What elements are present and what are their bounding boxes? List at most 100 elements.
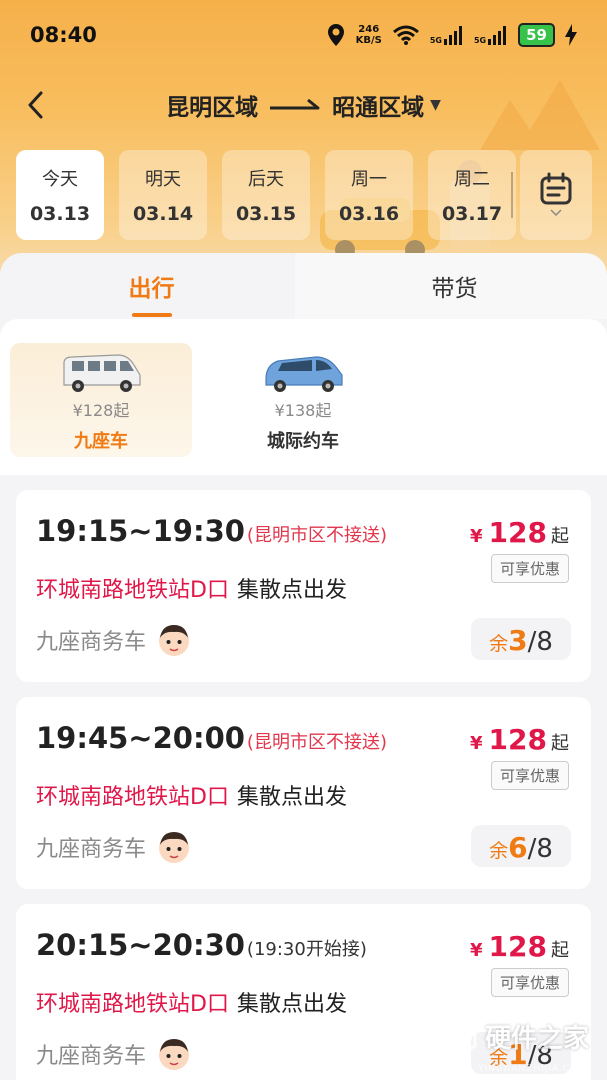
date-item[interactable]: 今天 03.13 [16,150,104,240]
dropdown-caret-icon: ▼ [430,97,441,113]
net-speed-value: 246 [358,24,380,35]
currency-symbol: ¥ [470,526,483,547]
station-action: 集散点出发 [236,578,347,603]
price-suffix: 起 [551,733,569,754]
vehicle-option-intercity[interactable]: ¥138起 城际约车 [212,343,394,457]
seats-remaining: 余 3/8 [471,618,571,660]
seats-left: 3 [508,624,528,657]
date-item[interactable]: 明天 03.14 [119,150,207,240]
tab-travel[interactable]: 出行 [0,253,303,319]
date-item[interactable]: 周一 03.16 [325,150,413,240]
nav-bar: 昆明区域 昭通区域 ▼ [0,80,607,130]
main-panel: 出行 带货 ¥128起 九座车 ¥138起 城际约车 19:15~19:30 (… [0,253,607,1080]
status-icons: 246 KB/S 5G 5G 59 [326,23,577,47]
trip-note: (19:30开始接) [246,939,367,960]
trip-station: 环城南路地铁站D口 集散点出发 [36,572,347,604]
chevron-down-icon [550,209,562,217]
status-bar: 08:40 246 KB/S 5G 5G 59 [0,0,607,70]
vehicle-name: 城际约车 [267,431,339,452]
trip-time-range: 20:15~20:30 [36,928,245,962]
discount-badge: 可享优惠 [490,968,569,997]
vehicle-type-label: 九座商务车 [36,837,147,862]
date-day-of-week: 明天 [145,169,181,190]
currency-symbol: ¥ [470,940,483,961]
date-value: 03.17 [441,203,503,225]
signal-sim1: 5G [430,25,464,45]
trip-time-range: 19:15~19:30 [36,514,245,548]
signal-bars-icon [488,26,507,45]
seats-prefix: 余 [489,840,509,862]
trip-time: 20:15~20:30 (19:30开始接) [36,928,367,962]
origin-label: 昆明区域 [166,95,259,121]
wifi-icon [392,25,419,45]
signal-bars-icon [443,26,462,45]
date-item[interactable]: 周二 03.17 [428,150,516,240]
price-amount: 128 [488,516,547,549]
date-selector: 今天 03.13 明天 03.14 后天 03.15 周一 03.16 周二 0… [16,150,516,240]
trip-price: ¥128 起 [470,723,569,756]
driver-avatar-icon [159,625,190,656]
charging-icon [565,24,577,46]
active-tab-indicator [132,313,172,317]
watermark-logo-icon [437,1014,477,1058]
route-arrow-icon [270,98,320,110]
trip-time: 19:45~20:00 (昆明市区不接送) [36,721,387,755]
date-day-of-week: 今天 [42,169,78,190]
trip-station: 环城南路地铁站D口 集散点出发 [36,986,347,1018]
trip-card[interactable]: 19:45~20:00 (昆明市区不接送) 环城南路地铁站D口 集散点出发 九座商务… [16,697,591,889]
signal-sim2: 5G [474,25,508,45]
location-icon [327,24,344,46]
date-day-of-week: 周二 [454,169,490,190]
trip-note: (昆明市区不接送) [246,525,387,546]
price-amount: 128 [488,723,547,756]
trip-time: 19:15~19:30 (昆明市区不接送) [36,514,387,548]
station-action: 集散点出发 [236,785,347,810]
tab-cargo[interactable]: 带货 [303,253,606,319]
station-name: 环城南路地铁站D口 [36,785,229,810]
vehicle-type-selector: ¥128起 九座车 ¥138起 城际约车 [0,319,607,475]
status-time: 08:40 [30,23,97,47]
destination-label: 昭通区域 [332,95,425,121]
date-value: 03.16 [338,203,400,225]
battery-indicator: 59 [518,23,555,47]
date-item[interactable]: 后天 03.15 [222,150,310,240]
trip-station: 环城南路地铁站D口 集散点出发 [36,779,347,811]
currency-symbol: ¥ [470,733,483,754]
station-name: 环城南路地铁站D口 [36,578,229,603]
vehicle-price: ¥138起 [274,401,332,420]
discount-badge: 可享优惠 [490,554,569,583]
vehicle-price: ¥128起 [72,401,130,420]
trip-vehicle: 九座商务车 [36,1036,192,1072]
seats-total: /8 [527,627,553,657]
driver-avatar-icon [159,832,190,863]
tab-bar: 出行 带货 [0,253,607,319]
trip-time-range: 19:45~20:00 [36,721,245,755]
date-value: 03.13 [29,203,91,225]
price-suffix: 起 [551,526,569,547]
calendar-button[interactable] [520,150,592,240]
trip-note: (昆明市区不接送) [246,732,387,753]
vehicle-option-nine-seat[interactable]: ¥128起 九座车 [10,343,192,457]
trip-price: ¥128 起 [470,930,569,963]
seats-total: /8 [527,834,553,864]
vehicle-type-label: 九座商务车 [36,630,147,655]
trip-card[interactable]: 19:15~19:30 (昆明市区不接送) 环城南路地铁站D口 集散点出发 九座商务… [16,490,591,682]
trip-vehicle: 九座商务车 [36,829,192,865]
driver-avatar-icon [159,1039,190,1070]
watermark-text: 硬件之家 [484,1023,589,1054]
price-suffix: 起 [551,940,569,961]
seats-remaining: 余 6/8 [471,825,571,867]
back-arrow-icon [28,91,43,119]
sim1-label: 5G [429,36,442,45]
van-icon [63,354,141,392]
date-value: 03.14 [132,203,194,225]
vehicle-type-label: 九座商务车 [36,1044,147,1069]
route-selector[interactable]: 昆明区域 昭通区域 ▼ [166,88,441,122]
back-button[interactable] [18,88,52,122]
net-speed: 246 KB/S [356,24,382,46]
seats-left: 6 [508,831,528,864]
seats-prefix: 余 [489,633,509,655]
net-speed-unit: KB/S [355,35,382,46]
watermark: 硬件之家 [437,1014,589,1058]
date-divider [511,172,513,218]
